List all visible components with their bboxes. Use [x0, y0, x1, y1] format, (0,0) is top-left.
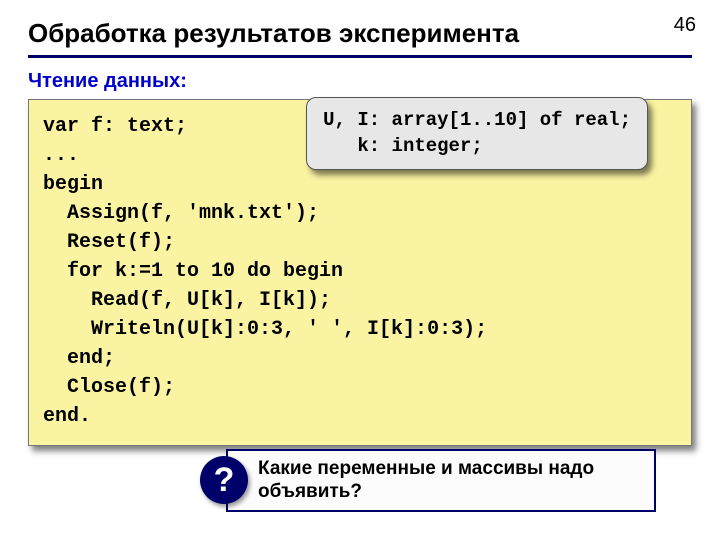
- slide: 46 Обработка результатов эксперимента Чт…: [0, 0, 720, 540]
- question-callout: ? Какие переменные и массивы надо объяви…: [200, 449, 656, 513]
- page-number: 46: [674, 14, 696, 37]
- question-text: Какие переменные и массивы надо объявить…: [226, 449, 656, 513]
- section-subtitle: Чтение данных:: [28, 70, 692, 93]
- title-underline: [28, 55, 692, 58]
- declaration-callout: U, I: array[1..10] of real; k: integer;: [306, 97, 648, 170]
- code-area: var f: text; ... begin Assign(f, 'mnk.tx…: [28, 99, 692, 446]
- question-mark-icon: ?: [200, 456, 248, 504]
- slide-title: Обработка результатов эксперимента: [28, 18, 692, 49]
